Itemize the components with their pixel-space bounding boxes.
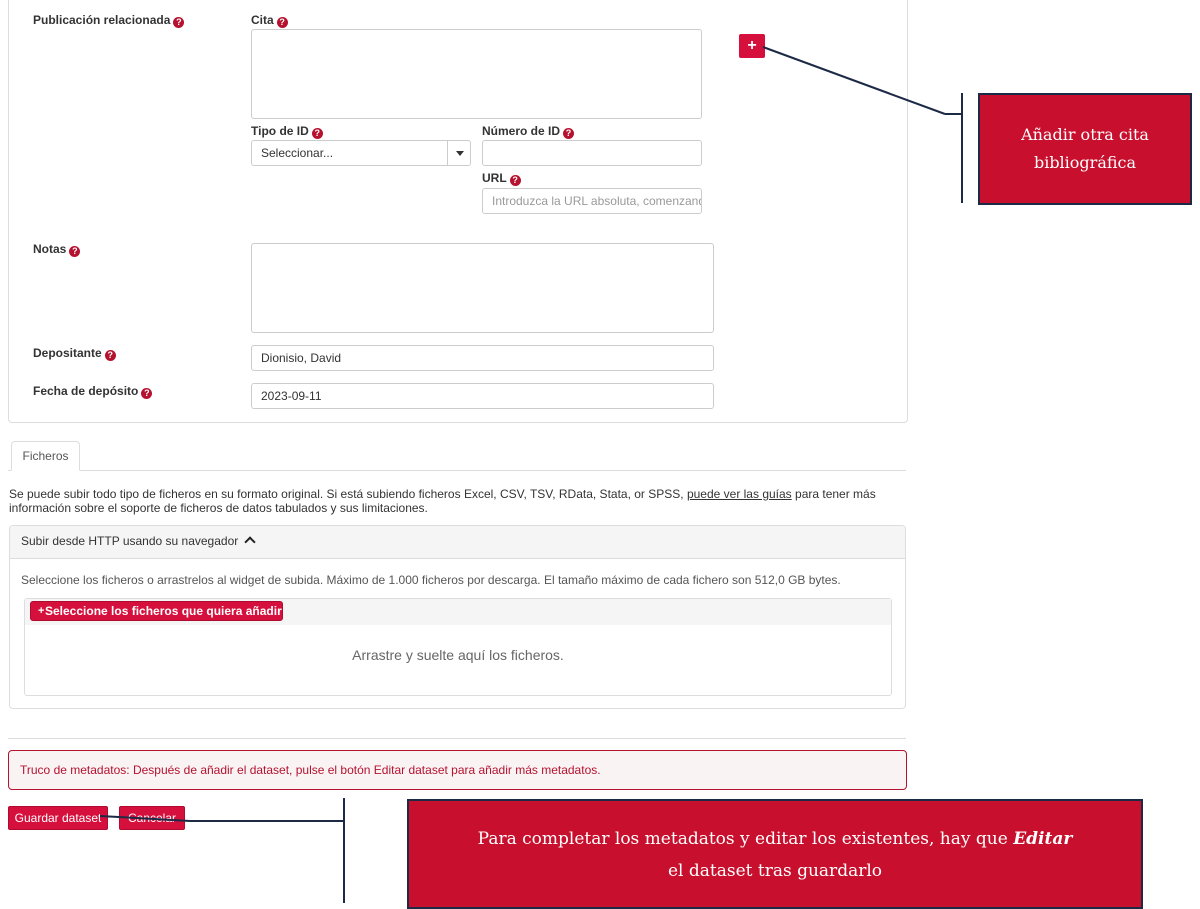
add-citation-callout: Añadir otra cita bibliográfica (978, 93, 1192, 205)
edit-dataset-callout: Para completar los metadatos y editar lo… (407, 799, 1143, 909)
